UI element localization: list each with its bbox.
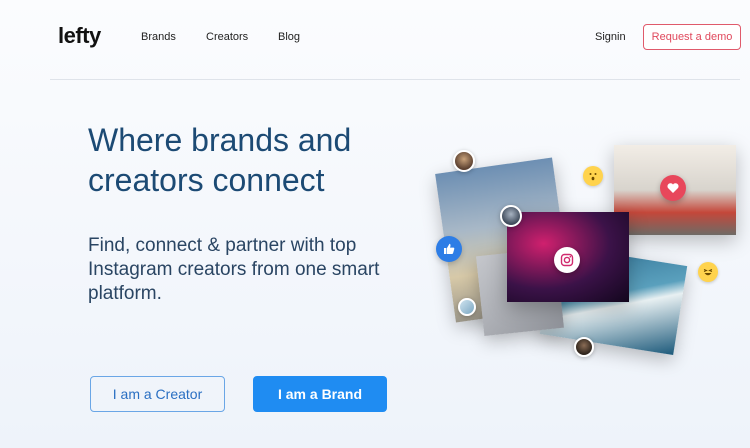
hero-title: Where brands and creators connect <box>88 122 352 198</box>
nav-link-blog[interactable]: Blog <box>278 31 300 43</box>
nav-link-creators[interactable]: Creators <box>206 31 248 43</box>
hero-subtitle: Find, connect & partner with top Instagr… <box>88 235 380 304</box>
creator-button[interactable]: I am a Creator <box>90 376 225 412</box>
creator-avatar <box>574 337 594 357</box>
brand-button[interactable]: I am a Brand <box>253 376 387 412</box>
thumbs-up-icon <box>436 236 462 262</box>
site-header: lefty Brands Creators Blog Signin Reques… <box>0 0 750 80</box>
heart-icon <box>660 175 686 201</box>
nav-link-brands[interactable]: Brands <box>141 31 176 43</box>
header-divider <box>50 79 740 80</box>
request-demo-button[interactable]: Request a demo <box>643 24 741 50</box>
laughing-emoji-icon <box>698 262 718 282</box>
signin-link[interactable]: Signin <box>595 31 626 43</box>
lefty-logo[interactable]: lefty <box>58 23 101 49</box>
surprised-emoji-icon <box>583 166 603 186</box>
instagram-icon <box>554 247 580 273</box>
creator-avatar <box>500 205 522 227</box>
creator-avatar <box>458 298 476 316</box>
creator-avatar <box>453 150 475 172</box>
